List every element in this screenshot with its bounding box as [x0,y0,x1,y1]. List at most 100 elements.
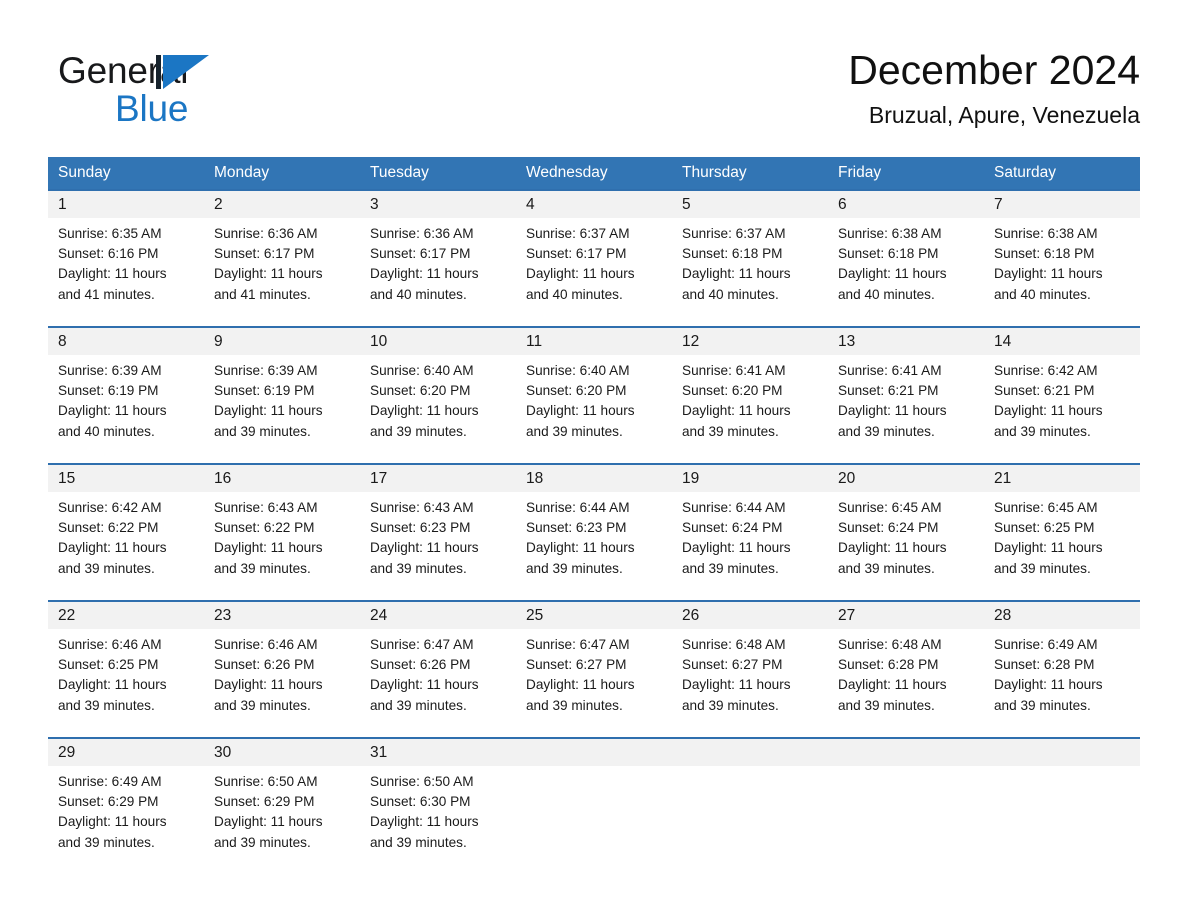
day-number[interactable]: 20 [828,465,984,492]
day-number[interactable]: 3 [360,191,516,218]
day-cell[interactable]: Sunrise: 6:49 AM Sunset: 6:28 PM Dayligh… [984,629,1140,737]
day-cell[interactable]: Sunrise: 6:49 AM Sunset: 6:29 PM Dayligh… [48,766,204,874]
day-cell[interactable]: Sunrise: 6:47 AM Sunset: 6:26 PM Dayligh… [360,629,516,737]
weekday-header-saturday: Saturday [994,164,1057,181]
day-cell[interactable]: Sunrise: 6:41 AM Sunset: 6:21 PM Dayligh… [828,355,984,463]
sunrise-text: Sunrise: 6:42 AM [994,363,1098,378]
sunset-text: Sunset: 6:17 PM [214,246,315,262]
daylight-text-line2: and 39 minutes. [526,423,623,439]
day-number[interactable]: 16 [204,465,360,492]
sunset-text: Sunset: 6:29 PM [58,794,159,810]
day-number[interactable]: 31 [360,739,516,766]
sunset-text: Sunset: 6:20 PM [526,383,627,399]
daylight-text-line1: Daylight: 11 hours [526,403,635,419]
day-cell[interactable]: Sunrise: 6:38 AM Sunset: 6:18 PM Dayligh… [828,218,984,326]
day-cell[interactable]: Sunrise: 6:42 AM Sunset: 6:22 PM Dayligh… [48,492,204,600]
day-cell[interactable]: Sunrise: 6:44 AM Sunset: 6:24 PM Dayligh… [672,492,828,600]
sunset-text: Sunset: 6:24 PM [682,520,783,536]
day-cell[interactable]: Sunrise: 6:48 AM Sunset: 6:28 PM Dayligh… [828,629,984,737]
sunrise-text: Sunrise: 6:38 AM [994,226,1098,241]
daylight-text-line2: and 39 minutes. [214,697,311,713]
day-number[interactable]: 17 [360,465,516,492]
day-number[interactable]: 23 [204,602,360,629]
sunrise-text: Sunrise: 6:46 AM [58,637,162,652]
day-number[interactable]: 12 [672,328,828,355]
daylight-text-line1: Daylight: 11 hours [682,540,791,556]
day-number[interactable]: 28 [984,602,1140,629]
day-number[interactable]: 15 [48,465,204,492]
day-number[interactable]: 19 [672,465,828,492]
day-number[interactable]: 2 [204,191,360,218]
day-number[interactable]: 9 [204,328,360,355]
day-cell[interactable]: Sunrise: 6:36 AM Sunset: 6:17 PM Dayligh… [360,218,516,326]
day-cell[interactable]: Sunrise: 6:45 AM Sunset: 6:25 PM Dayligh… [984,492,1140,600]
brand-logo[interactable]: General Blue [58,50,318,130]
day-cell[interactable]: Sunrise: 6:43 AM Sunset: 6:22 PM Dayligh… [204,492,360,600]
day-number[interactable]: 30 [204,739,360,766]
day-cell[interactable]: Sunrise: 6:45 AM Sunset: 6:24 PM Dayligh… [828,492,984,600]
day-cell[interactable]: Sunrise: 6:40 AM Sunset: 6:20 PM Dayligh… [360,355,516,463]
day-number[interactable]: 4 [516,191,672,218]
daylight-text-line1: Daylight: 11 hours [838,403,947,419]
sunrise-text: Sunrise: 6:50 AM [214,774,318,789]
day-cell[interactable]: Sunrise: 6:40 AM Sunset: 6:20 PM Dayligh… [516,355,672,463]
day-cell[interactable]: Sunrise: 6:43 AM Sunset: 6:23 PM Dayligh… [360,492,516,600]
daylight-text-line1: Daylight: 11 hours [526,677,635,693]
sunrise-text: Sunrise: 6:45 AM [994,500,1098,515]
day-number[interactable]: 1 [48,191,204,218]
daylight-text-line1: Daylight: 11 hours [370,266,479,282]
day-cell[interactable]: Sunrise: 6:41 AM Sunset: 6:20 PM Dayligh… [672,355,828,463]
daylight-text-line1: Daylight: 11 hours [994,677,1103,693]
daylight-text-line2: and 39 minutes. [370,560,467,576]
day-number[interactable]: 7 [984,191,1140,218]
day-number[interactable]: 18 [516,465,672,492]
day-cell[interactable]: Sunrise: 6:48 AM Sunset: 6:27 PM Dayligh… [672,629,828,737]
day-number[interactable]: 27 [828,602,984,629]
day-number[interactable]: 8 [48,328,204,355]
sunrise-text: Sunrise: 6:39 AM [58,363,162,378]
day-number[interactable]: 24 [360,602,516,629]
day-cell[interactable]: Sunrise: 6:47 AM Sunset: 6:27 PM Dayligh… [516,629,672,737]
day-number[interactable]: 25 [516,602,672,629]
week-detail-band: Sunrise: 6:49 AM Sunset: 6:29 PM Dayligh… [48,766,1140,874]
day-cell[interactable]: Sunrise: 6:35 AM Sunset: 6:16 PM Dayligh… [48,218,204,326]
day-cell[interactable]: Sunrise: 6:38 AM Sunset: 6:18 PM Dayligh… [984,218,1140,326]
day-number[interactable]: 26 [672,602,828,629]
day-number[interactable]: 29 [48,739,204,766]
daylight-text-line1: Daylight: 11 hours [682,266,791,282]
day-cell[interactable]: Sunrise: 6:42 AM Sunset: 6:21 PM Dayligh… [984,355,1140,463]
day-cell[interactable]: Sunrise: 6:36 AM Sunset: 6:17 PM Dayligh… [204,218,360,326]
day-number[interactable]: 6 [828,191,984,218]
week-detail-band: Sunrise: 6:42 AM Sunset: 6:22 PM Dayligh… [48,492,1140,600]
day-cell[interactable]: Sunrise: 6:50 AM Sunset: 6:29 PM Dayligh… [204,766,360,874]
day-number[interactable]: 13 [828,328,984,355]
week-daynumber-band: 15 16 17 18 19 20 21 [48,465,1140,492]
week-daynumber-band: 22 23 24 25 26 27 28 [48,602,1140,629]
day-number[interactable]: 21 [984,465,1140,492]
daylight-text-line2: and 39 minutes. [682,423,779,439]
week-detail-band: Sunrise: 6:46 AM Sunset: 6:25 PM Dayligh… [48,629,1140,737]
day-number[interactable]: 11 [516,328,672,355]
day-number[interactable]: 10 [360,328,516,355]
calendar-week-row: 1 2 3 4 5 6 7 Sunrise: 6:35 AM Sunset: 6… [48,189,1140,326]
day-cell[interactable]: Sunrise: 6:37 AM Sunset: 6:17 PM Dayligh… [516,218,672,326]
sunset-text: Sunset: 6:17 PM [370,246,471,262]
daylight-text-line1: Daylight: 11 hours [214,403,323,419]
day-number[interactable]: 22 [48,602,204,629]
sunset-text: Sunset: 6:20 PM [682,383,783,399]
day-cell[interactable]: Sunrise: 6:37 AM Sunset: 6:18 PM Dayligh… [672,218,828,326]
daylight-text-line1: Daylight: 11 hours [370,677,479,693]
day-cell[interactable]: Sunrise: 6:39 AM Sunset: 6:19 PM Dayligh… [48,355,204,463]
day-cell[interactable]: Sunrise: 6:46 AM Sunset: 6:25 PM Dayligh… [48,629,204,737]
day-cell[interactable]: Sunrise: 6:44 AM Sunset: 6:23 PM Dayligh… [516,492,672,600]
blue-triangle-logo-icon [156,55,210,89]
day-cell[interactable]: Sunrise: 6:46 AM Sunset: 6:26 PM Dayligh… [204,629,360,737]
sunset-text: Sunset: 6:28 PM [838,657,939,673]
sunset-text: Sunset: 6:22 PM [214,520,315,536]
sunrise-text: Sunrise: 6:37 AM [526,226,630,241]
sunset-text: Sunset: 6:28 PM [994,657,1095,673]
day-number[interactable]: 14 [984,328,1140,355]
day-cell[interactable]: Sunrise: 6:50 AM Sunset: 6:30 PM Dayligh… [360,766,516,874]
day-number[interactable]: 5 [672,191,828,218]
day-cell[interactable]: Sunrise: 6:39 AM Sunset: 6:19 PM Dayligh… [204,355,360,463]
